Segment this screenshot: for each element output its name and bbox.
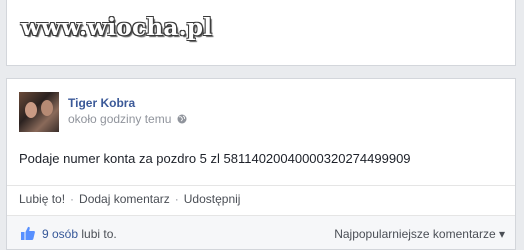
share-button[interactable]: Udostępnij [184,192,241,206]
watermark-logo: www.wiocha.pl [21,14,213,41]
like-button[interactable]: Lubię to! [19,192,65,206]
post-meta: około godziny temu [68,112,187,126]
likes-summary: 9 osób lubi to. [42,227,117,241]
divider [7,185,515,186]
likes-bar: 9 osób lubi to. Najpopularniejsze koment… [7,215,515,249]
comment-sort-dropdown[interactable]: Najpopularniejsze komentarze ▾ [334,227,505,241]
post-actions: Lubię to! · Dodaj komentarz · Udostępnij [19,192,240,206]
comment-sort-label: Najpopularniejsze komentarze [334,227,496,241]
globe-icon[interactable] [177,114,187,124]
likes-suffix: lubi to. [81,227,117,241]
post-card: Tiger Kobra około godziny temu Podaje nu… [6,78,516,250]
previous-post-card: www.wiocha.pl [6,0,516,66]
chevron-down-icon: ▾ [498,227,505,241]
post-text: Podaje numer konta za pozdro 5 zl 581140… [19,151,411,166]
thumbs-up-icon [21,226,35,240]
separator: · [70,192,75,206]
post-timestamp[interactable]: około godziny temu [68,112,171,126]
likes-count-link[interactable]: 9 osób [42,227,78,241]
avatar[interactable] [19,92,59,132]
comment-button[interactable]: Dodaj komentarz [79,192,170,206]
separator: · [174,192,179,206]
post-author-name[interactable]: Tiger Kobra [68,96,135,110]
